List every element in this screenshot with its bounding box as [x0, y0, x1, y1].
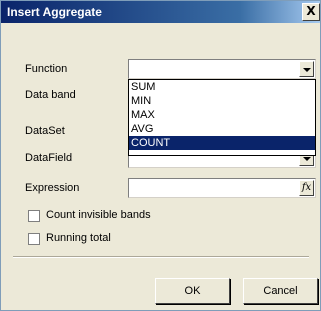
function-option-max[interactable]: MAX [129, 108, 315, 122]
databand-label: Data band [25, 89, 76, 101]
function-option-min[interactable]: MIN [129, 94, 315, 108]
datafield-label: DataField [25, 152, 73, 164]
dialog-title: Insert Aggregate [7, 5, 102, 19]
close-icon: X [306, 4, 316, 18]
dataset-label: DataSet [25, 125, 65, 137]
title-bar[interactable]: Insert Aggregate X [1, 1, 320, 23]
cancel-button[interactable]: Cancel [243, 278, 318, 304]
count-invisible-bands-checkbox[interactable] [28, 210, 40, 222]
expression-label: Expression [25, 182, 80, 194]
function-label: Function [25, 63, 68, 75]
running-total-label[interactable]: Running total [46, 232, 111, 244]
expression-input[interactable]: fx [128, 178, 316, 198]
expression-editor-button[interactable]: fx [299, 180, 314, 196]
separator [13, 256, 309, 258]
running-total-checkbox[interactable] [28, 233, 40, 245]
insert-aggregate-dialog: Insert Aggregate X Function Data band Da… [0, 0, 321, 311]
count-invisible-bands-label[interactable]: Count invisible bands [46, 209, 151, 221]
close-button[interactable]: X [302, 3, 320, 21]
function-dropdown-list[interactable]: SUM MIN MAX AVG COUNT [128, 79, 316, 156]
function-select[interactable] [128, 59, 316, 79]
function-option-avg[interactable]: AVG [129, 122, 315, 136]
ok-button[interactable]: OK [155, 278, 230, 304]
fx-icon: fx [301, 182, 312, 193]
function-option-count[interactable]: COUNT [129, 136, 315, 150]
function-option-sum[interactable]: SUM [129, 80, 315, 94]
function-dropdown-button[interactable] [299, 61, 314, 77]
